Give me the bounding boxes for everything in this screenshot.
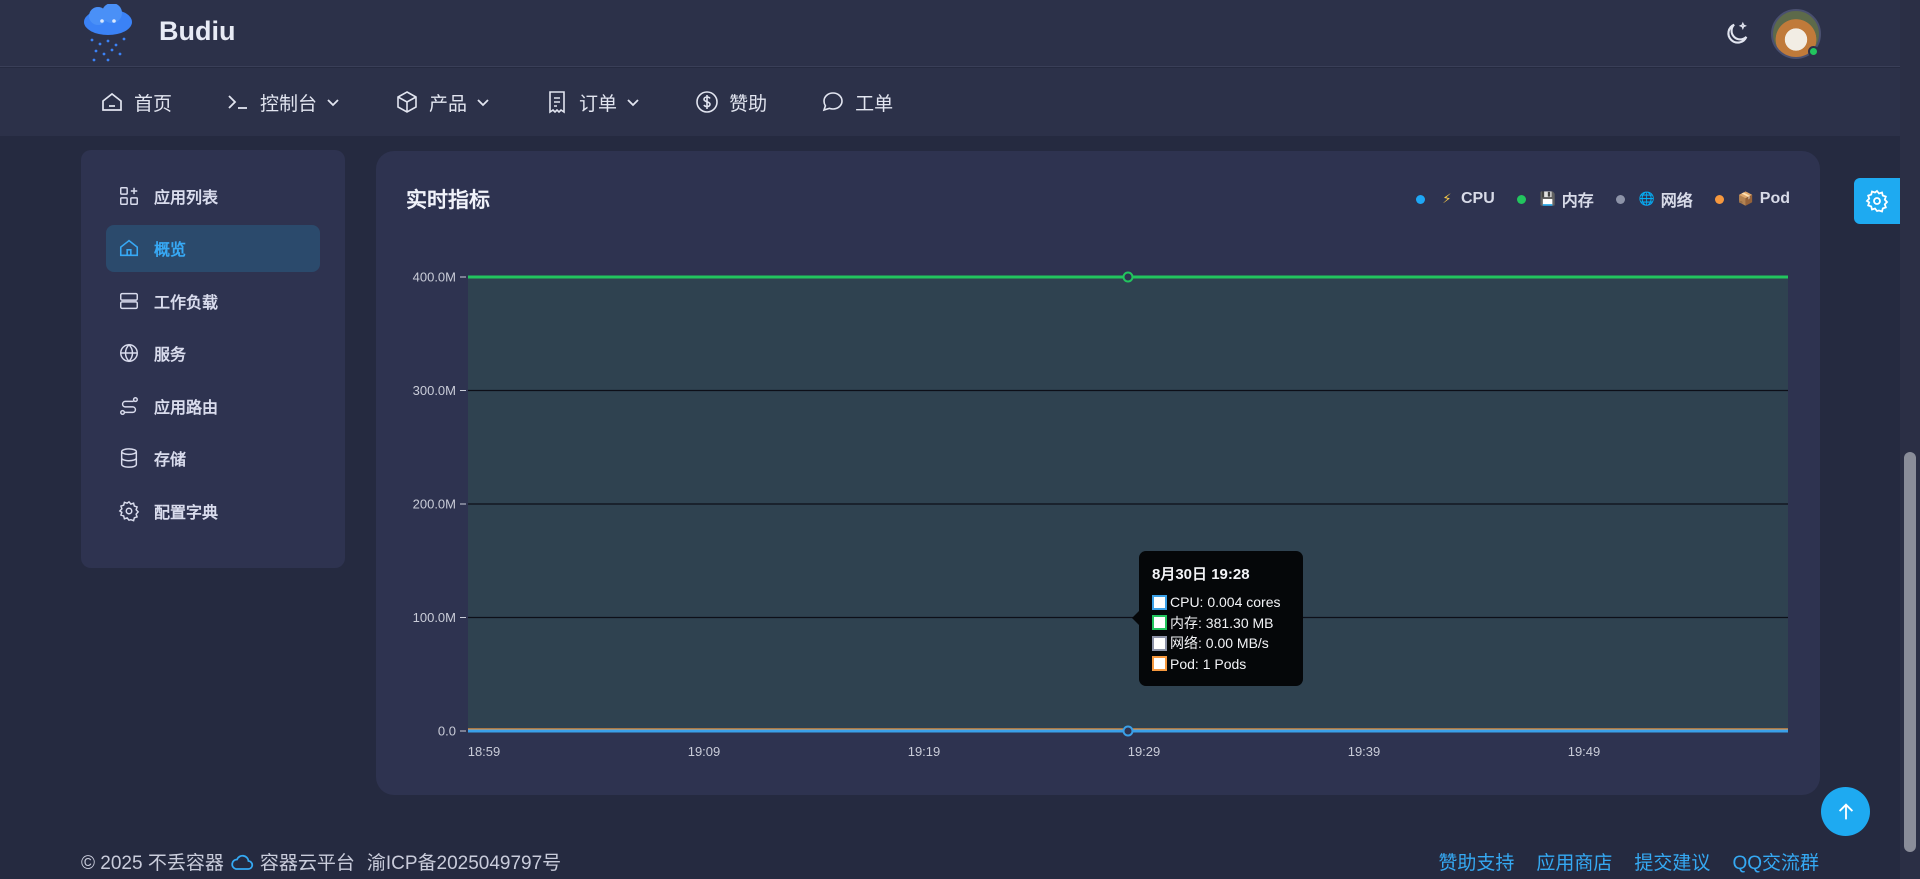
tooltip-swatch xyxy=(1152,656,1167,672)
home-icon xyxy=(102,92,122,111)
x-tick-label: 19:39 xyxy=(1348,744,1381,759)
x-tick-label: 19:29 xyxy=(1128,744,1161,759)
nav-products[interactable]: 产品 xyxy=(395,89,491,116)
main-nav: 首页 控制台 产品 订单 赞助 工单 xyxy=(0,68,1900,136)
nav-label: 首页 xyxy=(134,93,173,115)
cloud-icon xyxy=(231,854,253,870)
sidebar-item-label: 工作负载 xyxy=(154,294,219,312)
dollar-icon xyxy=(696,91,718,113)
back-to-top-button[interactable] xyxy=(1821,787,1870,836)
tooltip-row-label: 内存: 381.30 MB xyxy=(1170,614,1274,631)
memory-hover-point xyxy=(1122,271,1134,283)
nav-label: 订单 xyxy=(579,93,618,115)
top-header: Budiu xyxy=(0,0,1900,67)
sidebar-item-label: 服务 xyxy=(154,347,187,364)
footer-link-sponsor[interactable]: 赞助支持 xyxy=(1438,848,1514,875)
tooltip-row-label: CPU: 0.004 cores xyxy=(1170,594,1281,611)
nav-home[interactable]: 首页 xyxy=(100,89,172,116)
box-icon xyxy=(397,91,417,113)
scrollbar-thumb[interactable] xyxy=(1904,452,1916,852)
sidebar-item-label: 应用列表 xyxy=(154,189,219,207)
cloud-logo-icon[interactable] xyxy=(80,4,136,64)
nav-label: 工单 xyxy=(855,93,894,115)
sidebar-item-workloads[interactable]: 工作负载 xyxy=(106,277,320,324)
y-tick-label: 400.0M xyxy=(413,270,456,285)
cpu-hover-point xyxy=(1122,725,1134,737)
sidebar-item-overview[interactable]: 概览 xyxy=(106,224,320,272)
footer-links: 赞助支持 应用商店 提交建议 QQ交流群 xyxy=(1438,848,1819,875)
home-icon xyxy=(119,239,139,257)
globe-icon xyxy=(120,343,138,363)
x-tick-label: 18:59 xyxy=(468,744,501,759)
chevron-down-icon xyxy=(477,99,489,107)
route-icon xyxy=(120,396,138,415)
arrow-up-icon xyxy=(1838,802,1853,819)
nav-label: 控制台 xyxy=(260,93,318,115)
tooltip-swatch xyxy=(1152,615,1167,631)
receipt-icon xyxy=(549,91,565,114)
copyright-text: © 2025 不丢容器 xyxy=(81,853,224,874)
sidebar-item-config[interactable]: 配置字典 xyxy=(106,487,320,534)
tooltip-swatch xyxy=(1152,635,1167,651)
y-tick-label: 300.0M xyxy=(413,383,456,398)
chevron-down-icon xyxy=(627,99,639,107)
tooltip-row-label: 网络: 0.00 MB/s xyxy=(1170,635,1269,652)
tooltip-swatch xyxy=(1152,594,1167,610)
moon-icon[interactable] xyxy=(1723,20,1751,48)
chart-tooltip: 8月30日 19:28 CPU: 0.004 cores 内存: 381.30 … xyxy=(1132,551,1303,686)
avatar[interactable] xyxy=(1771,9,1821,59)
nav-label: 赞助 xyxy=(729,93,768,115)
nav-orders[interactable]: 订单 xyxy=(545,89,641,116)
chevron-down-icon xyxy=(327,99,339,107)
footer-link-feedback[interactable]: 提交建议 xyxy=(1634,848,1710,875)
sidebar-item-routes[interactable]: 应用路由 xyxy=(106,382,320,429)
sidebar-item-label: 概览 xyxy=(154,242,187,259)
footer-link-qq-group[interactable]: QQ交流群 xyxy=(1732,848,1819,875)
y-tick-label: 200.0M xyxy=(413,497,456,512)
sidebar-item-label: 应用路由 xyxy=(154,399,219,417)
sidebar-item-app-list[interactable]: 应用列表 xyxy=(106,172,320,219)
y-tick-label: 0.0 xyxy=(438,724,456,739)
tooltip-row-pod: Pod: 1 Pods xyxy=(1152,654,1290,675)
server-icon xyxy=(120,292,138,309)
tooltip-row-memory: 内存: 381.30 MB xyxy=(1152,613,1290,634)
sidebar-item-storage[interactable]: 存储 xyxy=(106,435,320,482)
platform-text: 容器云平台 xyxy=(259,853,355,874)
sidebar: 应用列表 概览 工作负载 服务 应用路由 存储 配置字典 xyxy=(81,150,345,568)
nav-console[interactable]: 控制台 xyxy=(226,89,341,116)
x-tick-label: 19:19 xyxy=(908,744,941,759)
footer-copyright: © 2025 不丢容器 容器云平台 渝ICP备2025049797号 xyxy=(81,848,561,875)
online-status-dot xyxy=(1808,46,1819,57)
sidebar-item-label: 存储 xyxy=(154,452,187,469)
sidebar-item-services[interactable]: 服务 xyxy=(106,330,320,377)
settings-drawer-button[interactable] xyxy=(1854,178,1900,224)
y-tick-label: 100.0M xyxy=(413,610,456,625)
x-tick-label: 19:09 xyxy=(688,744,721,759)
tooltip-row-label: Pod: 1 Pods xyxy=(1170,655,1247,672)
x-tick-label: 19:49 xyxy=(1568,744,1601,759)
gear-icon xyxy=(1865,189,1889,213)
realtime-metrics-card: 实时指标 ⚡ CPU 💾 内存 🌐 网络 📦 Pod 0.0 100.0M 200.… xyxy=(376,151,1820,795)
terminal-icon xyxy=(228,95,248,109)
database-icon xyxy=(120,448,138,468)
brand-name[interactable]: Budiu xyxy=(159,16,235,47)
tooltip-row-cpu: CPU: 0.004 cores xyxy=(1152,592,1290,613)
apps-icon xyxy=(120,186,138,205)
metrics-line-chart[interactable]: 0.0 100.0M 200.0M 300.0M 400.0M 18:59 19:09 19:… xyxy=(376,151,1820,795)
nav-sponsor[interactable]: 赞助 xyxy=(695,89,767,116)
tooltip-row-network: 网络: 0.00 MB/s xyxy=(1152,633,1290,654)
gear-icon xyxy=(118,500,140,522)
nav-tickets[interactable]: 工单 xyxy=(821,89,893,116)
footer-link-app-store[interactable]: 应用商店 xyxy=(1536,848,1612,875)
nav-label: 产品 xyxy=(429,93,468,115)
sidebar-item-label: 配置字典 xyxy=(154,504,219,522)
chat-icon xyxy=(822,92,843,112)
icp-text[interactable]: 渝ICP备2025049797号 xyxy=(367,848,561,875)
tooltip-title: 8月30日 19:28 xyxy=(1152,566,1250,583)
